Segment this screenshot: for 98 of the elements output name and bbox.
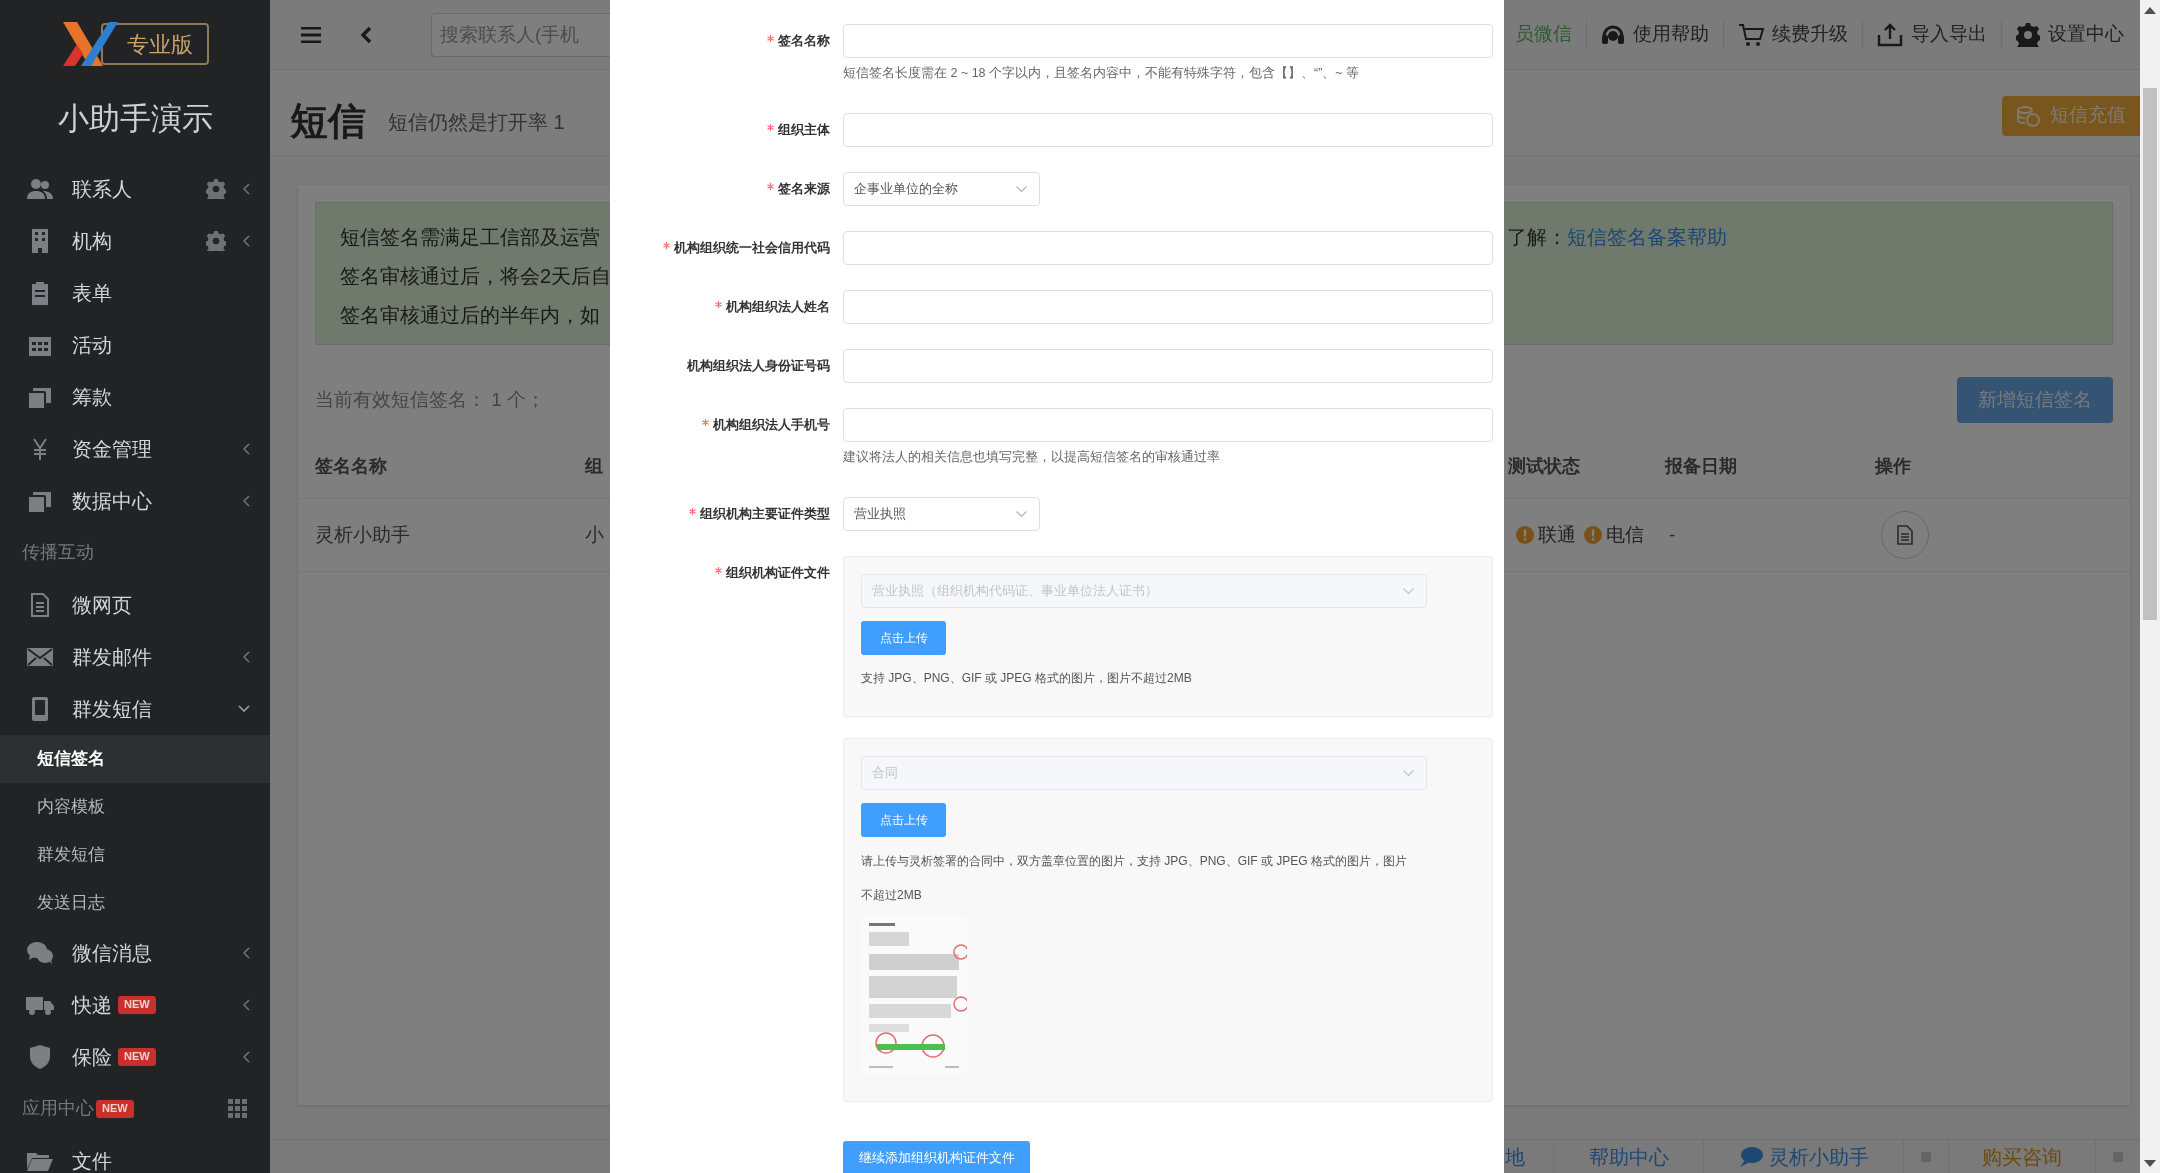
sidebar-item[interactable]: 机构 [0,214,270,267]
envelope-icon [27,647,53,666]
carrier-status: 电信 [1606,522,1644,547]
field-label: 组织主体 [778,121,830,140]
table-cell: - [1669,523,1676,545]
header-link[interactable]: 设置中心 [2002,20,2138,49]
carrier-status: 联通 [1538,522,1576,547]
field-label: 机构组织法人身份证号码 [687,357,830,376]
scroll-up-icon[interactable] [2144,7,2156,14]
header-link[interactable]: 使用帮助 [1587,20,1723,49]
select-field[interactable]: 企事业单位的全称 [843,172,1040,206]
column-header: 组 [585,456,603,476]
upload-hint: 支持 JPG、PNG、GIF 或 JPEG 格式的图片，图片不超过2MB [861,670,1193,687]
users-icon [27,177,53,200]
select-field[interactable]: 营业执照 [843,497,1040,531]
sidebar-item[interactable]: 筹款 [0,370,270,423]
building-icon [29,228,51,253]
sidebar-item[interactable]: 微网页 [0,578,270,631]
field-label: 签名来源 [778,180,830,199]
truck-icon [26,994,54,1015]
phone-icon [32,696,48,721]
input-field[interactable] [843,408,1493,442]
input-field[interactable] [843,290,1493,324]
input-field[interactable] [843,113,1493,147]
chevron-down-icon [1403,769,1414,777]
scrollbar[interactable] [2140,0,2160,1173]
table-cell: 灵析小助手 [315,523,410,545]
chat-bubbles-icon [27,941,53,964]
gear-icon [2016,22,2040,47]
back-icon[interactable] [360,25,372,44]
upload-hint: 请上传与灵析签署的合同中，双方盖章位置的图片，支持 JPG、PNG、GIF 或 JPEG 格式的图片，图片不超过2MB [861,853,1409,904]
sidebar-item[interactable]: 资金管理 [0,422,270,475]
table-cell: 小 [585,523,604,545]
field-label: 组织机构证件文件 [726,564,830,583]
sidebar-subitem[interactable]: 发送日志 [0,878,270,927]
sidebar-item[interactable]: 保险 NEW [0,1030,270,1083]
field-label: 机构组织统一社会信用代码 [674,239,830,258]
sidebar-item[interactable]: 文件 [0,1134,270,1173]
page-title: 短信 [290,99,366,144]
upload-icon [1877,22,1903,47]
column-header: 报备日期 [1665,456,1737,476]
chevron-down-icon [1016,510,1027,518]
scrollbar-thumb[interactable] [2143,88,2157,620]
column-header: 操作 [1875,456,1911,476]
field-hint: 建议将法人的相关信息也填写完整，以提高短信签名的审核通过率 [843,449,1221,466]
edition-badge: 专业版 [101,23,209,65]
header-link[interactable]: 续费升级 [1724,20,1862,49]
sidebar-item[interactable]: 微信消息 [0,926,270,979]
sidebar-subitem[interactable]: 内容模板 [0,782,270,831]
yen-icon [30,437,50,460]
field-label: 组织机构主要证件类型 [700,505,830,524]
header-link[interactable]: 导入导出 [1863,20,2001,49]
account-name: 小助手演示 [56,100,214,138]
coins-icon [2016,104,2040,127]
document-icon [1897,525,1913,545]
folder-icon [27,1150,53,1171]
sidebar-item[interactable]: 数据中心 [0,474,270,527]
chevron-down-icon [1403,587,1414,595]
input-field[interactable] [843,231,1493,265]
field-label: 签名名称 [778,32,830,51]
field-label: 机构组织法人手机号 [713,416,830,435]
input-field[interactable] [843,349,1493,383]
notice-text: 签名审核通过后，将会2天后自 [340,264,612,289]
sidebar-item[interactable]: 活动 [0,318,270,371]
notice-text: 了解： [1507,225,1567,250]
field-label: 机构组织法人姓名 [726,298,830,317]
notice-text: 签名审核通过后的半年内，如 [340,303,601,328]
box-icon [28,489,52,512]
sidebar-subitem[interactable]: 群发短信 [0,830,270,879]
sidebar-item[interactable]: 群发邮件 [0,630,270,683]
page-subtitle: 短信仍然是打开率 1 [388,109,565,135]
notice-text: 短信签名需满足工信部及运营 [340,225,601,250]
box-icon [28,385,52,408]
clipboard-icon [30,280,50,305]
chevron-down-icon [1016,185,1027,193]
speech-bubble-icon [1738,1146,1763,1168]
logo-icon [61,20,119,68]
signature-count: 当前有效短信签名： 1 个； [315,387,546,412]
section-label: 应用中心 [22,1097,94,1120]
new-badge: NEW [118,995,156,1014]
shield-icon [30,1044,50,1069]
section-label: 传播互动 [22,541,94,564]
sidebar-item[interactable]: 表单 [0,266,270,319]
new-badge: NEW [118,1047,156,1066]
input-field[interactable] [843,24,1493,58]
field-hint: 短信签名长度需在 2 ~ 18 个字以内，且签名内容中，不能有特殊字符，包含【】、“”、~ 等 [843,65,1361,82]
column-header: 测试状态 [1508,456,1580,476]
sidebar-item[interactable]: 联系人 [0,162,270,215]
sidebar-subitem[interactable]: 短信签名 [0,734,270,783]
menu-icon[interactable] [301,26,321,43]
grid-icon [228,1098,248,1119]
cart-icon [1738,22,1764,47]
scroll-down-icon[interactable] [2144,1160,2156,1167]
new-badge: NEW [96,1099,134,1118]
sidebar-item[interactable]: 快递 NEW [0,978,270,1031]
document-icon [30,592,50,617]
sidebar-item[interactable]: 群发短信 [0,682,270,735]
column-header: 签名名称 [315,456,387,476]
